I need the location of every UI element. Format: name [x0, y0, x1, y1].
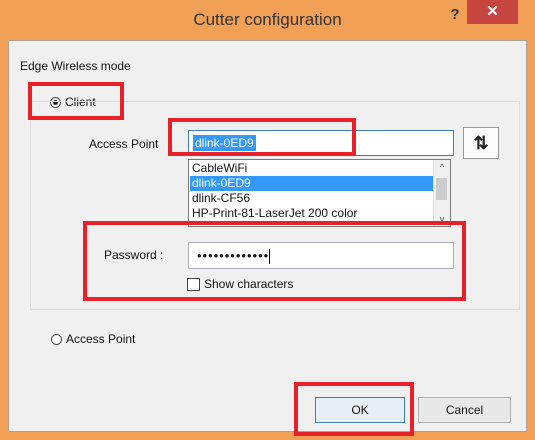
access-point-selected-text: dlink-0ED9 [193, 135, 256, 151]
show-characters-checkbox[interactable]: Show characters [187, 277, 293, 291]
password-label: Password : [104, 248, 164, 262]
access-point-radio[interactable]: Access Point [51, 332, 135, 346]
close-button[interactable]: ✕ [467, 0, 518, 24]
ok-button[interactable]: OK [315, 397, 405, 423]
refresh-icon: ⇅ [473, 133, 489, 153]
password-input[interactable]: ••••••••••••• [188, 242, 454, 269]
access-point-input[interactable]: dlink-0ED9 [188, 130, 454, 156]
network-list-item[interactable]: HP-Print-81-LaserJet 200 color [190, 206, 435, 221]
network-list-item[interactable]: dlink-CF56 [190, 191, 435, 206]
show-characters-label: Show characters [204, 277, 294, 291]
dialog-window: Cutter configuration ? ✕ Edge Wireless m… [0, 0, 535, 440]
show-characters-box[interactable] [187, 277, 200, 291]
network-list-scrollbar[interactable]: ^ v [433, 160, 450, 226]
text-caret [269, 249, 271, 265]
refresh-networks-button[interactable]: ⇅ [463, 127, 499, 159]
scroll-thumb[interactable] [436, 178, 447, 200]
scroll-down-icon[interactable]: v [434, 212, 450, 226]
title-bar: Cutter configuration ? ✕ [0, 0, 535, 40]
access-point-label: Access Point [89, 137, 159, 151]
cancel-button[interactable]: Cancel [418, 397, 511, 423]
access-point-radio-dot[interactable] [51, 333, 62, 345]
access-point-radio-label: Access Point [66, 332, 136, 346]
scroll-up-icon[interactable]: ^ [434, 160, 450, 174]
network-list[interactable]: CableWiFi dlink-0ED9 dlink-CF56 HP-Print… [188, 159, 451, 227]
network-list-item[interactable]: CableWiFi [190, 161, 435, 176]
password-masked-text: ••••••••••••• [197, 248, 270, 263]
network-list-item[interactable]: dlink-0ED9 [190, 176, 435, 191]
help-button[interactable]: ? [443, 4, 467, 26]
edge-wireless-mode-label: Edge Wireless mode [20, 59, 131, 73]
